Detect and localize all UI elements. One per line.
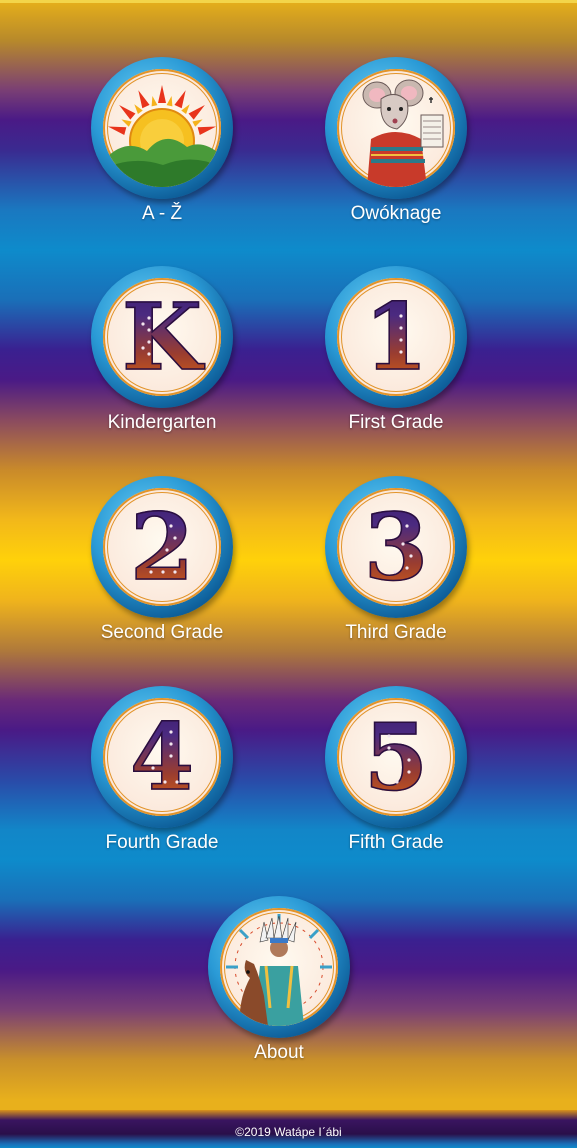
- footer: ©2019 Watápe Iˊábi: [0, 1110, 577, 1148]
- tile-label: Second Grade: [100, 622, 224, 643]
- number-4-icon: 4: [103, 698, 221, 816]
- tile-ring: 3: [325, 476, 467, 618]
- tile-label: A - Ž: [141, 203, 183, 224]
- number-2-icon: 2: [103, 488, 221, 606]
- tile-about[interactable]: About: [169, 896, 389, 1076]
- tile-label: Owóknage: [350, 203, 442, 224]
- tile-a-z[interactable]: A - Ž: [52, 57, 272, 237]
- sunrise-icon: [103, 69, 221, 187]
- number-3-icon: 3: [337, 488, 455, 606]
- tile-ring: K: [91, 266, 233, 408]
- tile-ring: [91, 57, 233, 199]
- letter-k-icon: K: [103, 278, 221, 396]
- tile-ring: 5: [325, 686, 467, 828]
- tile-label: First Grade: [348, 412, 444, 433]
- tile-ring: 2: [91, 476, 233, 618]
- tile-label: Kindergarten: [107, 412, 217, 433]
- tile-fourth-grade[interactable]: 4 Fourth Grade: [52, 686, 272, 866]
- tile-second-grade[interactable]: 2 Second Grade: [52, 476, 272, 656]
- mouse-storyteller-icon: [337, 69, 455, 187]
- top-border: [0, 0, 577, 3]
- number-1-icon: 1: [337, 278, 455, 396]
- tile-ring: [208, 896, 350, 1038]
- copyright-text: ©2019 Watápe Iˊábi: [235, 1125, 342, 1139]
- tile-label: Fifth Grade: [348, 832, 444, 853]
- tile-owoknage[interactable]: Owóknage: [286, 57, 506, 237]
- tile-first-grade[interactable]: 1 First Grade: [286, 266, 506, 446]
- tile-ring: [325, 57, 467, 199]
- number-5-icon: 5: [337, 698, 455, 816]
- tile-ring: 1: [325, 266, 467, 408]
- tile-kindergarten[interactable]: K Kindergarten: [52, 266, 272, 446]
- tile-ring: 4: [91, 686, 233, 828]
- tile-fifth-grade[interactable]: 5 Fifth Grade: [286, 686, 506, 866]
- chief-on-horse-icon: [220, 908, 338, 1026]
- tile-third-grade[interactable]: 3 Third Grade: [286, 476, 506, 656]
- tile-label: Fourth Grade: [105, 832, 219, 853]
- tile-label: Third Grade: [345, 622, 447, 643]
- tile-label: About: [254, 1042, 304, 1063]
